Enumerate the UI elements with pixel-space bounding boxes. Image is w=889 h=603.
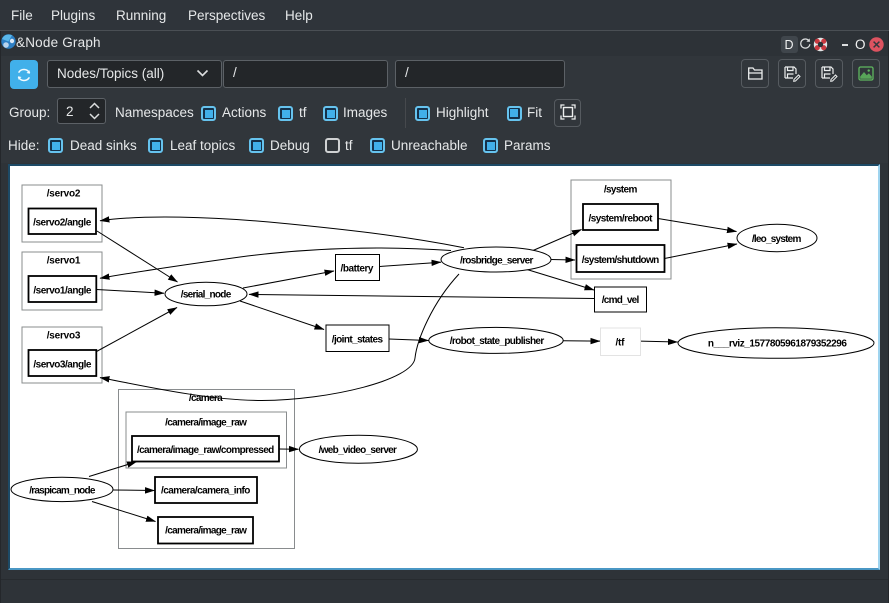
svg-text:/serial_node: /serial_node bbox=[181, 289, 232, 300]
svg-text:/system/reboot: /system/reboot bbox=[589, 214, 654, 225]
svg-text:/servo2: /servo2 bbox=[47, 189, 81, 200]
svg-text:/camera/image_raw: /camera/image_raw bbox=[165, 526, 247, 537]
svg-text:/camera/image_raw: /camera/image_raw bbox=[165, 418, 247, 429]
svg-text:/raspicam_node: /raspicam_node bbox=[29, 485, 96, 496]
svg-text:/robot_state_publisher: /robot_state_publisher bbox=[450, 336, 545, 347]
svg-text:/camera/image_raw/compressed: /camera/image_raw/compressed bbox=[137, 445, 274, 456]
svg-text:/system/shutdown: /system/shutdown bbox=[582, 255, 660, 266]
svg-text:/servo2/angle: /servo2/angle bbox=[33, 217, 92, 228]
svg-text:/web_video_server: /web_video_server bbox=[319, 445, 397, 456]
svg-text:/servo1: /servo1 bbox=[47, 256, 81, 267]
svg-text:/camera/camera_info: /camera/camera_info bbox=[161, 486, 250, 497]
svg-text:/camera: /camera bbox=[189, 393, 223, 404]
svg-text:/joint_states: /joint_states bbox=[332, 335, 384, 346]
svg-text:/system: /system bbox=[604, 184, 638, 195]
svg-text:n___rviz_1577805961879352296: n___rviz_1577805961879352296 bbox=[708, 339, 847, 350]
svg-text:/servo1/angle: /servo1/angle bbox=[33, 285, 92, 296]
svg-text:/cmd_vel: /cmd_vel bbox=[602, 295, 640, 306]
svg-text:/tf: /tf bbox=[616, 337, 626, 348]
svg-text:/rosbridge_server: /rosbridge_server bbox=[460, 255, 533, 266]
svg-text:/battery: /battery bbox=[341, 264, 374, 275]
svg-text:/servo3/angle: /servo3/angle bbox=[33, 359, 92, 370]
svg-text:/leo_system: /leo_system bbox=[752, 234, 802, 245]
svg-text:/servo3: /servo3 bbox=[47, 331, 81, 342]
